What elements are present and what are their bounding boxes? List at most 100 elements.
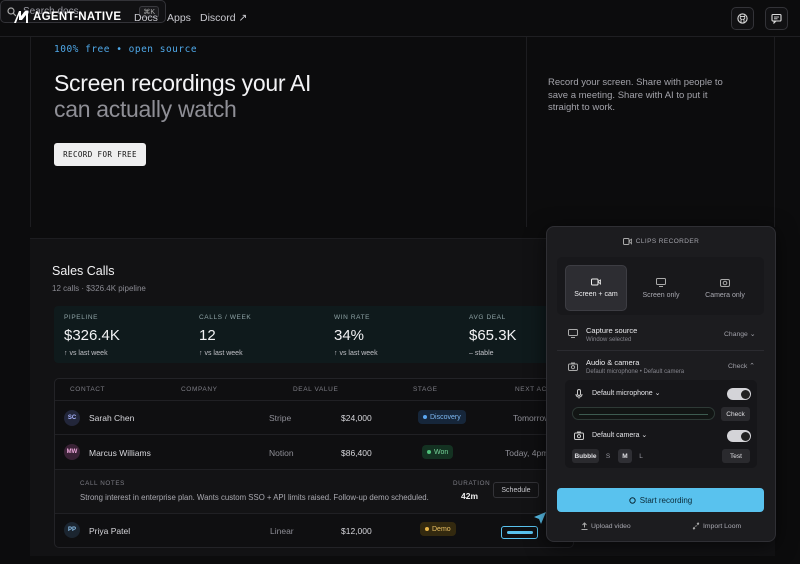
nav-docs[interactable]: Docs [134, 12, 158, 24]
toggle-knob [740, 389, 750, 399]
hero-divider [526, 37, 527, 227]
record-circle-icon [629, 496, 636, 504]
highlight-bar [506, 531, 533, 534]
stat-change: ↑ vs last week [199, 350, 243, 357]
cursor-pointer-icon [534, 512, 546, 524]
size-bubble-button[interactable]: Bubble [572, 449, 599, 463]
stat-label: WIN RATE [334, 314, 371, 321]
toggle-knob [740, 431, 750, 441]
company: Notion [269, 448, 294, 458]
change-source-button[interactable]: Change ⌄ [724, 330, 755, 338]
stage-badge: Demo [420, 522, 456, 536]
record-for-free-button[interactable]: RECORD FOR FREE [54, 143, 146, 166]
stat-label: AVG DEAL [469, 314, 506, 321]
camera-icon [591, 278, 601, 286]
stat-change: ↑ vs last week [64, 350, 108, 357]
avatar: MW [64, 444, 80, 460]
mic-level-meter [572, 407, 715, 420]
col-contact[interactable]: CONTACT [70, 386, 105, 393]
stat-label: PIPELINE [64, 314, 99, 321]
github-button[interactable] [731, 7, 754, 30]
company: Stripe [269, 413, 292, 423]
call-notes-text: Strong interest in enterprise plan. Want… [80, 493, 429, 502]
size-m-button[interactable]: M [618, 449, 632, 463]
col-company[interactable]: COMPANY [181, 386, 218, 393]
nav-apps[interactable]: Apps [167, 12, 191, 24]
logo[interactable]: AGENT-NATIVE [14, 11, 121, 23]
stat-avg-deal: AVG DEAL $65.3K – stable [469, 314, 517, 357]
capture-source-subtitle: Window selected [586, 337, 632, 343]
link-icon [692, 522, 700, 530]
upload-video-link[interactable]: Upload video [581, 522, 631, 530]
audio-camera-row: Audio & camera Default microphone • Defa… [586, 358, 684, 375]
stat-pipeline: PIPELINE $326.4K ↑ vs last week [64, 314, 120, 357]
upload-icon [581, 522, 588, 530]
top-navbar: AGENT-NATIVE Docs Apps Discord ↗ Search … [0, 0, 800, 37]
recording-target-highlight[interactable] [501, 526, 538, 539]
schedule-button[interactable]: Schedule [493, 482, 539, 498]
contact-name: Marcus Williams [89, 448, 151, 458]
stat-value: $65.3K [469, 327, 517, 344]
stat-label: CALLS / WEEK [199, 314, 252, 321]
call-notes-label: CALL NOTES [80, 480, 125, 487]
avatar: PP [64, 522, 80, 538]
hero-title-secondary: can actually watch [54, 96, 237, 122]
monitor-icon [568, 329, 578, 338]
check-av-button[interactable]: Check ⌃ [728, 362, 755, 370]
size-l-button[interactable]: L [635, 449, 647, 463]
webcam-icon [720, 278, 730, 287]
capture-source-row: Capture source Window selected [586, 326, 637, 343]
chevron-down-icon: ⌄ [654, 390, 661, 397]
next-action: Tomorrow [513, 413, 551, 423]
stage-badge: Won [422, 445, 454, 459]
deal-value: $86,400 [341, 448, 372, 458]
avatar: SC [64, 410, 80, 426]
camera-icon [568, 362, 578, 371]
mode-screen-cam[interactable]: Screen + cam [565, 265, 627, 311]
agent-native-logo-icon [14, 11, 28, 23]
logo-text: AGENT-NATIVE [33, 11, 122, 23]
company: Linear [270, 526, 294, 536]
microphone-toggle[interactable] [727, 388, 751, 400]
duration-value: 42m [461, 491, 479, 501]
hero-description: Record your screen. Share with people to… [548, 77, 723, 113]
video-camera-icon [622, 238, 632, 245]
stat-value: 34% [334, 327, 365, 344]
deal-value: $12,000 [341, 526, 372, 536]
stat-calls-week: CALLS / WEEK 12 ↑ vs last week [199, 314, 251, 357]
deal-value: $24,000 [341, 413, 372, 423]
sales-calls-subtitle: 12 calls · $326.4K pipeline [52, 284, 146, 293]
nav-discord[interactable]: Discord ↗ [200, 12, 247, 24]
next-action: Today, 4pm [505, 448, 549, 458]
col-stage[interactable]: STAGE [413, 386, 438, 393]
chevron-down-icon: ⌄ [749, 331, 756, 338]
stat-value: 12 [199, 327, 216, 344]
camera-test-button[interactable]: Test [722, 449, 750, 463]
stat-change: – stable [469, 350, 494, 357]
camera-select[interactable]: Default camera ⌄ [592, 431, 647, 439]
hero-title: Screen recordings your AI [54, 70, 312, 96]
stat-win-rate: WIN RATE 34% ↑ vs last week [334, 314, 378, 357]
divider [557, 350, 764, 351]
mode-screen-only[interactable]: Screen only [630, 265, 692, 311]
size-s-button[interactable]: S [602, 449, 614, 463]
audio-camera-title: Audio & camera [586, 358, 640, 367]
import-loom-link[interactable]: Import Loom [692, 522, 741, 530]
mode-camera-only[interactable]: Camera only [694, 265, 756, 311]
duration-label: DURATION [453, 480, 491, 487]
recorder-title: CLIPS RECORDER [546, 238, 776, 245]
col-deal-value[interactable]: DEAL VALUE [293, 386, 338, 393]
microphone-icon [575, 389, 583, 399]
microphone-select[interactable]: Default microphone ⌄ [592, 389, 661, 397]
camera-toggle[interactable] [727, 430, 751, 442]
hero-frame [30, 37, 775, 227]
capture-source-title: Capture source [586, 326, 638, 335]
chat-icon [771, 13, 782, 24]
stat-change: ↑ vs last week [334, 350, 378, 357]
contact-name: Priya Patel [89, 526, 131, 536]
stage-badge: Discovery [418, 410, 466, 424]
feedback-button[interactable] [765, 7, 788, 30]
chevron-down-icon: ⌄ [641, 432, 648, 439]
mic-check-button[interactable]: Check [721, 407, 750, 421]
start-recording-button[interactable]: Start recording [557, 488, 764, 512]
